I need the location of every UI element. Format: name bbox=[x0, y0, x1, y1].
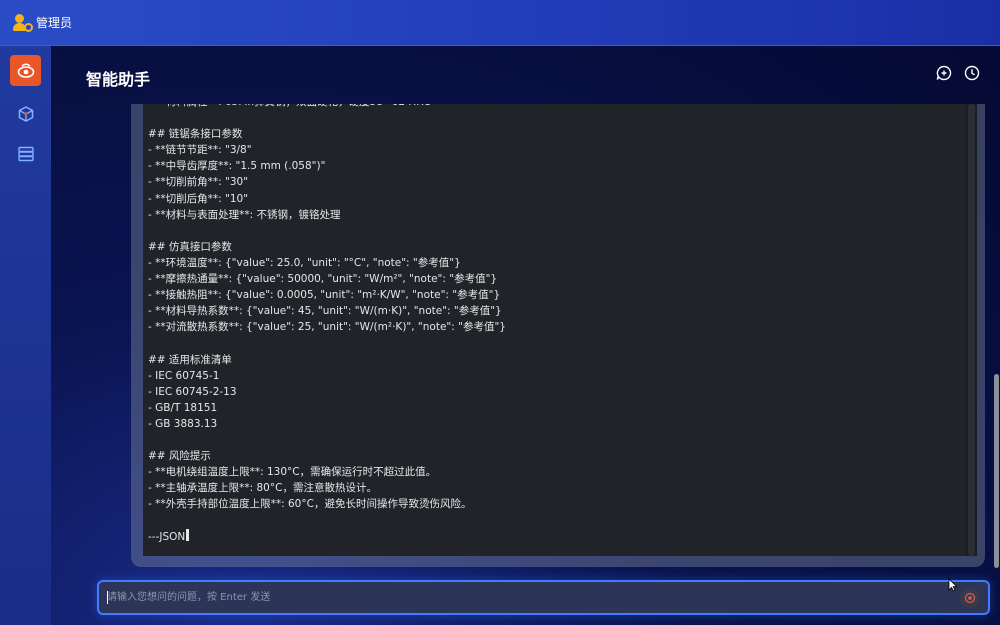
mouse-pointer-icon bbox=[948, 578, 958, 592]
message-scrollbar[interactable] bbox=[966, 104, 977, 556]
input-caret bbox=[107, 591, 108, 604]
history-button[interactable] bbox=[963, 64, 981, 82]
assistant-message-panel: - **材料属性**: 65Mn弹簧钢，双面硬化，硬度58~62 HRC ## … bbox=[143, 104, 977, 556]
app-window: 管理员 智能助手 ## 链锯条接口参数 - **链节节距**: "3/8" - … bbox=[0, 0, 1000, 625]
message-scrollbar-thumb[interactable] bbox=[968, 104, 975, 556]
assistant-message-text: - **材料属性**: 65Mn弹簧钢，双面硬化，硬度58~62 HRC ## … bbox=[148, 104, 506, 543]
chat-input[interactable] bbox=[107, 582, 957, 613]
top-bar: 管理员 bbox=[0, 0, 1000, 46]
sidebar-item-data[interactable] bbox=[10, 138, 41, 169]
chat-input-box bbox=[97, 580, 990, 615]
cube-icon bbox=[18, 105, 33, 122]
eye-bot-icon bbox=[17, 63, 34, 78]
page-scrollbar-thumb[interactable] bbox=[994, 374, 999, 568]
page-scrollbar[interactable] bbox=[993, 104, 1000, 569]
sidebar-item-model[interactable] bbox=[10, 98, 41, 129]
new-chat-button[interactable] bbox=[935, 64, 953, 82]
stop-button[interactable] bbox=[960, 588, 980, 608]
sidebar bbox=[0, 46, 51, 625]
user-name-label[interactable]: 管理员 bbox=[36, 14, 72, 31]
admin-user-icon bbox=[12, 12, 34, 34]
page-title: 智能助手 bbox=[86, 70, 151, 89]
history-icon bbox=[964, 65, 980, 81]
typing-cursor bbox=[186, 528, 190, 541]
assistant-message: - **材料属性**: 65Mn弹簧钢，双面硬化，硬度58~62 HRC ## … bbox=[148, 104, 963, 545]
stop-icon bbox=[964, 592, 976, 604]
header-actions bbox=[935, 64, 981, 82]
new-chat-icon bbox=[936, 65, 952, 81]
sidebar-item-ai-assistant[interactable] bbox=[10, 55, 41, 86]
database-icon bbox=[17, 146, 34, 161]
